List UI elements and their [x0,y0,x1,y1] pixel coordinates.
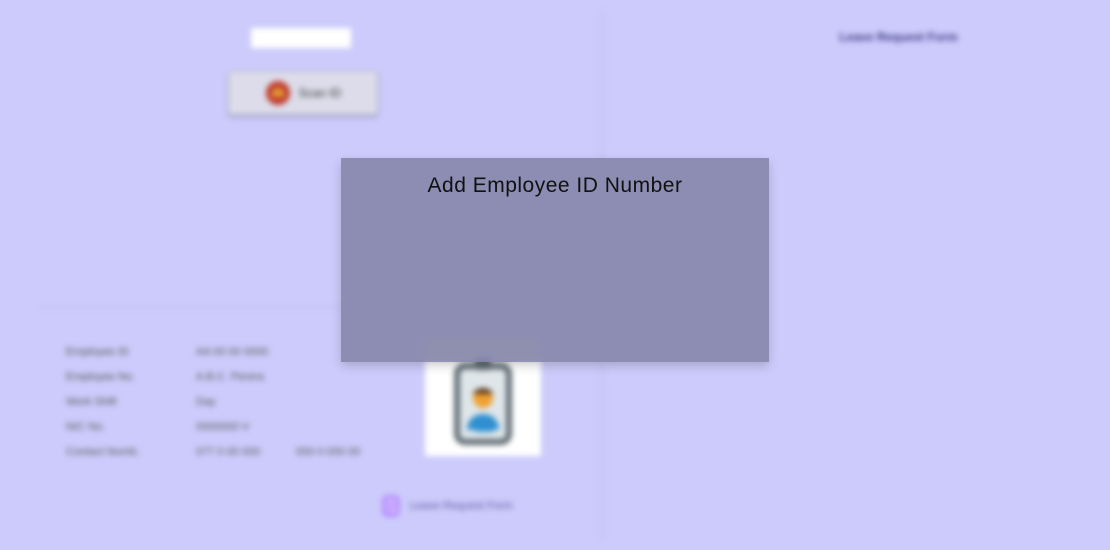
info-label: Contact Numb. [66,446,140,458]
dialog-title: Add Employee ID Number [427,174,683,197]
right-panel-title: Leave Request Form [839,30,958,44]
employee-info-list: Employee ID AA 00 00 0000 Employee No. A… [66,346,386,471]
info-value: Day [196,396,216,408]
info-row: Work Shift Day [66,396,386,421]
info-label: NIC No. [66,421,106,433]
info-row: Employee No. A.B.C. Perera [66,371,386,396]
leave-request-label: Leave Request Form [410,500,513,512]
info-label: Employee No. [66,371,136,383]
scan-id-button[interactable]: Scan ID [228,71,378,115]
info-value: AA 00 00 0000 [196,346,269,358]
info-value-secondary: 000 0 000 00 [296,446,361,458]
info-value: A.B.C. Perera [196,371,264,383]
info-label: Employee ID [66,346,129,358]
info-label: Work Shift [66,396,117,408]
document-icon [383,496,399,516]
info-value: 077 0 00 000 [196,446,261,458]
info-row: NIC No. 0000000 V [66,421,386,446]
info-value: 0000000 V [196,421,250,433]
leave-request-link[interactable]: Leave Request Form [380,495,513,517]
fingerprint-icon [265,81,290,105]
info-row: Contact Numb. 077 0 00 000 000 0 000 00 [66,446,386,471]
id-badge-icon [454,358,512,445]
add-employee-id-dialog: Add Employee ID Number [341,158,769,362]
scan-id-label: Scan ID [298,86,342,100]
employee-id-input[interactable] [251,28,351,48]
info-row: Employee ID AA 00 00 0000 [66,346,386,371]
